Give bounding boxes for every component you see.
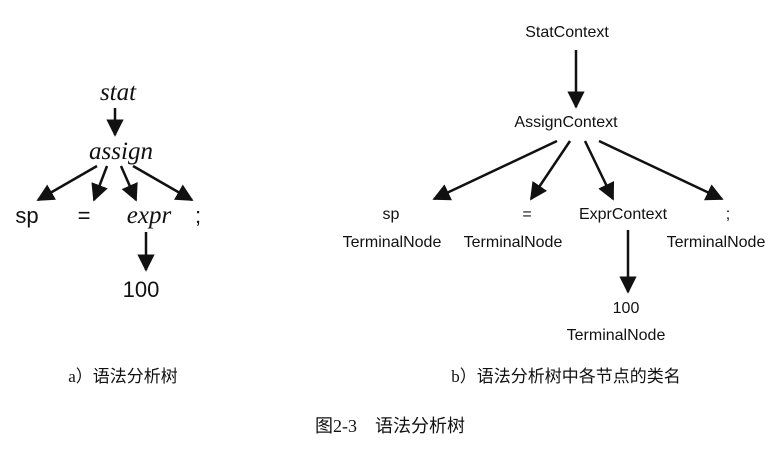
tree-b-leaf-sp-type: TerminalNode: [342, 234, 442, 251]
edge-assigncontext-exprcontext: [583, 140, 615, 201]
edge-assign-sp: [36, 164, 98, 202]
tree-a-leaf-sp: sp: [15, 203, 39, 228]
tree-a-leaf-semicolon: ;: [194, 203, 202, 228]
figure-caption: 图2-3 语法分析树: [315, 416, 465, 436]
tree-b-leaf-100-text: 100: [612, 300, 640, 317]
edge-assign-equals: [91, 165, 109, 202]
edge-assign-expr: [119, 165, 138, 202]
tree-b-leaf-equals-type: TerminalNode: [463, 234, 563, 251]
tree-b-node-assigncontext: AssignContext: [514, 114, 618, 131]
edge-assigncontext-sp: [432, 139, 558, 201]
tree-a-leaf-100: 100: [122, 277, 160, 302]
tree-a-node-expr: expr: [126, 202, 172, 229]
tree-b-node-exprcontext: ExprContext: [578, 206, 668, 223]
tree-b-leaf-equals-text: =: [522, 206, 532, 223]
tree-a-root-stat: stat: [99, 79, 137, 106]
caption-a: a）语法分析树: [68, 367, 178, 386]
tree-b-leaf-100-type: TerminalNode: [566, 327, 666, 344]
tree-a-node-assign: assign: [89, 138, 153, 165]
tree-a-leaf-equals: =: [77, 203, 91, 228]
tree-b-leaf-semicolon-text: ;: [725, 206, 731, 223]
edge-assign-semicolon: [132, 164, 194, 202]
tree-b-leaf-sp-text: sp: [382, 206, 400, 223]
tree-b-root-statcontext: StatContext: [525, 24, 609, 41]
caption-b: b）语法分析树中各节点的类名: [451, 367, 681, 386]
edge-assigncontext-semicolon: [598, 139, 724, 201]
tree-b-leaf-semicolon-type: TerminalNode: [666, 234, 766, 251]
